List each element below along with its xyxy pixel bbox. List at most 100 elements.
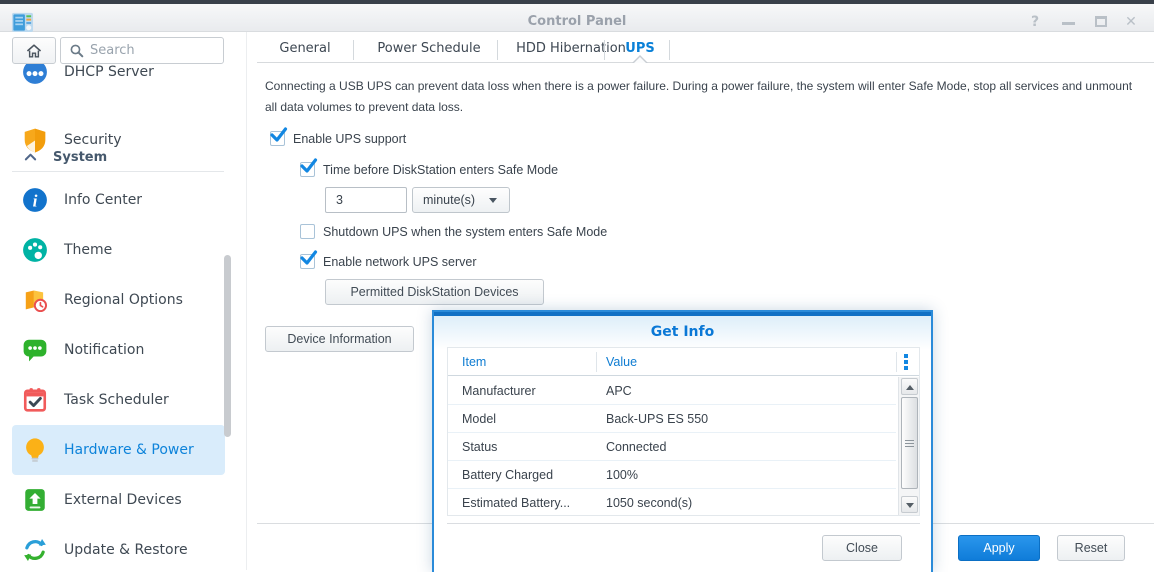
- safe-mode-time-checkbox[interactable]: [300, 162, 315, 177]
- network-ups-checkbox[interactable]: [300, 254, 315, 269]
- sidebar-item-external-devices[interactable]: External Devices: [12, 475, 225, 525]
- row-value: Back-UPS ES 550: [606, 405, 708, 433]
- search-icon: [69, 43, 84, 58]
- column-divider: [896, 352, 897, 372]
- time-unit-dropdown[interactable]: minute(s): [412, 187, 510, 213]
- window-titlebar: Control Panel ? ✕: [0, 4, 1154, 32]
- network-ups-label: Enable network UPS server: [323, 255, 477, 269]
- home-icon: [25, 43, 43, 59]
- table-scrollbar[interactable]: [898, 377, 919, 515]
- column-header-value[interactable]: Value: [606, 348, 637, 376]
- row-item: Battery Charged: [462, 461, 592, 489]
- search-input[interactable]: [90, 43, 210, 58]
- sidebar-item-label: Task Scheduler: [64, 392, 169, 408]
- tab-power-schedule[interactable]: Power Schedule: [367, 36, 491, 62]
- sidebar-scrollbar[interactable]: [224, 255, 231, 437]
- time-unit-value: minute(s): [423, 193, 475, 207]
- enable-ups-checkbox[interactable]: [270, 131, 285, 146]
- speech-bubble-icon: [22, 337, 48, 363]
- lightbulb-icon: [22, 437, 48, 463]
- sidebar-item-label: External Devices: [64, 492, 182, 508]
- row-value: APC: [606, 377, 632, 405]
- row-item: Model: [462, 405, 592, 433]
- sidebar-item-label: Regional Options: [64, 292, 183, 308]
- column-header-item[interactable]: Item: [462, 348, 486, 376]
- tab-separator: [669, 40, 670, 60]
- sidebar-item-label: Update & Restore: [64, 542, 188, 558]
- column-divider: [596, 352, 597, 372]
- calendar-check-icon: [22, 387, 48, 413]
- sidebar-item-update-restore[interactable]: Update & Restore: [12, 525, 225, 570]
- help-icon[interactable]: ?: [1025, 14, 1045, 30]
- tab-hdd-hibernation[interactable]: HDD Hibernation: [511, 36, 631, 62]
- tab-bar-divider: [257, 62, 1154, 63]
- row-item: Manufacturer: [462, 377, 592, 405]
- maximize-icon[interactable]: [1091, 14, 1111, 30]
- shutdown-ups-checkbox[interactable]: [300, 224, 315, 239]
- dialog-footer-divider: [447, 523, 920, 524]
- ups-description: Connecting a USB UPS can prevent data lo…: [265, 76, 1145, 118]
- sidebar-section-label: System: [53, 150, 107, 165]
- sidebar-item-label: Hardware & Power: [64, 442, 194, 458]
- scrollbar-thumb[interactable]: [901, 397, 918, 489]
- scroll-down-icon[interactable]: [901, 496, 918, 513]
- dialog-title: Get Info: [434, 324, 931, 340]
- scrollbar-grip: [905, 440, 914, 449]
- active-tab-caret-inner: [634, 57, 646, 63]
- sidebar-item-label: Info Center: [64, 192, 142, 208]
- sidebar-item-list: DHCP Server Security System i Info Cente…: [0, 58, 240, 570]
- sidebar: DHCP Server Security System i Info Cente…: [0, 32, 247, 570]
- sidebar-item-label: DHCP Server: [64, 64, 154, 80]
- column-menu-icon[interactable]: [904, 354, 908, 372]
- row-value: 1050 second(s): [606, 489, 692, 517]
- tab-separator: [353, 40, 354, 60]
- refresh-arrows-icon: [22, 537, 48, 563]
- sidebar-item-regional-options[interactable]: Regional Options: [12, 275, 225, 325]
- get-info-dialog: Get Info Item Value Manufacturer APC Mod…: [432, 310, 933, 572]
- tab-separator: [604, 40, 605, 60]
- table-row[interactable]: Model Back-UPS ES 550: [448, 405, 896, 433]
- sidebar-item-notification[interactable]: Notification: [12, 325, 225, 375]
- info-icon: i: [22, 187, 48, 213]
- sidebar-item-task-scheduler[interactable]: Task Scheduler: [12, 375, 225, 425]
- svg-text:i: i: [33, 192, 38, 211]
- row-value: Connected: [606, 433, 666, 461]
- table-row[interactable]: Manufacturer APC: [448, 377, 896, 405]
- safe-mode-time-label: Time before DiskStation enters Safe Mode: [323, 163, 558, 177]
- checkmark-icon: [299, 157, 317, 175]
- safe-mode-minutes-input[interactable]: [325, 187, 407, 213]
- close-window-icon[interactable]: ✕: [1121, 14, 1141, 30]
- section-divider: [12, 171, 224, 172]
- sidebar-section-system[interactable]: System: [12, 142, 225, 172]
- permitted-diskstation-devices-button[interactable]: Permitted DiskStation Devices: [325, 279, 544, 305]
- apply-button[interactable]: Apply: [958, 535, 1040, 561]
- reset-button[interactable]: Reset: [1057, 535, 1125, 561]
- map-clock-icon: [22, 287, 48, 313]
- home-button[interactable]: [12, 37, 56, 64]
- row-value: 100%: [606, 461, 638, 489]
- table-row[interactable]: Battery Charged 100%: [448, 461, 896, 489]
- row-item: Status: [462, 433, 592, 461]
- usb-drive-icon: [22, 487, 48, 513]
- shutdown-ups-label: Shutdown UPS when the system enters Safe…: [323, 225, 607, 239]
- minimize-icon[interactable]: [1058, 14, 1078, 30]
- table-row[interactable]: Estimated Battery... 1050 second(s): [448, 489, 896, 517]
- close-button[interactable]: Close: [822, 535, 902, 561]
- window-title: Control Panel: [0, 14, 1154, 29]
- tab-general[interactable]: General: [271, 36, 339, 62]
- table-header-row: Item Value: [448, 348, 919, 376]
- tab-separator: [497, 40, 498, 60]
- row-item: Estimated Battery...: [462, 489, 592, 517]
- device-information-button[interactable]: Device Information: [265, 326, 414, 352]
- sidebar-item-theme[interactable]: Theme: [12, 225, 225, 275]
- palette-icon: [22, 237, 48, 263]
- sidebar-item-info-center[interactable]: i Info Center: [12, 175, 225, 225]
- sidebar-item-hardware-power[interactable]: Hardware & Power: [12, 425, 225, 475]
- checkmark-icon: [299, 249, 317, 267]
- scroll-up-icon[interactable]: [901, 378, 918, 395]
- search-box: [60, 37, 224, 64]
- enable-ups-label: Enable UPS support: [293, 132, 406, 146]
- chevron-up-icon: [24, 151, 37, 164]
- sidebar-item-label: Notification: [64, 342, 144, 358]
- table-row[interactable]: Status Connected: [448, 433, 896, 461]
